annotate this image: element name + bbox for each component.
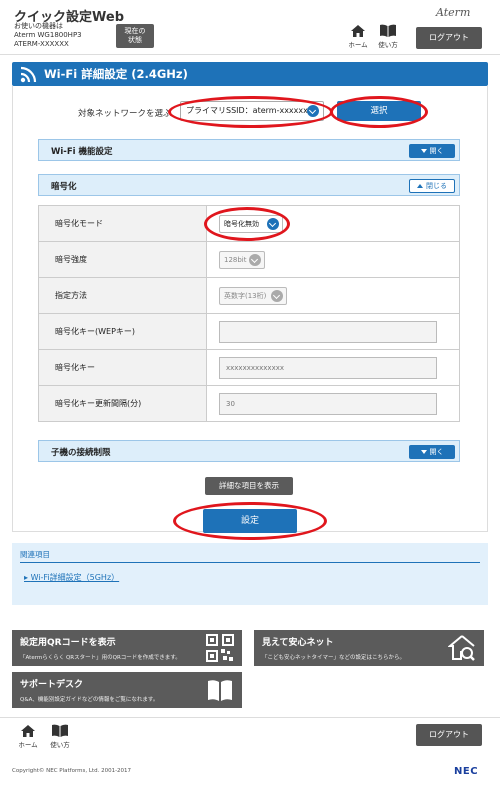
book-icon: [380, 24, 396, 37]
aterm-logo: Aterm: [436, 6, 471, 19]
page-title: Wi-Fi 詳細設定 (2.4GHz): [44, 67, 188, 81]
network-select-label: 対象ネットワークを選ぶ: [78, 109, 172, 119]
child-limit-open-label: 開く: [429, 448, 444, 456]
related-heading: 関連項目: [20, 550, 50, 559]
select-network-button[interactable]: 選択: [337, 101, 421, 121]
key-interval-field: 30: [219, 393, 437, 415]
logout-button-bottom[interactable]: ログアウト: [416, 724, 482, 746]
encryption-strength-label: 暗号強度: [39, 242, 207, 277]
home-search-icon: [448, 635, 475, 661]
home-icon: [21, 725, 35, 737]
home-nav-footer[interactable]: ホーム: [14, 724, 42, 752]
table-row: 指定方法 英数字(13桁): [39, 277, 459, 313]
encryption-mode-select[interactable]: 暗号化無効: [219, 215, 283, 233]
chevron-down-icon: [420, 149, 427, 153]
home-nav[interactable]: ホーム: [344, 24, 372, 52]
table-row: 暗号化キー xxxxxxxxxxxxxx: [39, 349, 459, 385]
card-support-title: サポートデスク: [20, 680, 84, 690]
chevron-up-icon: [417, 184, 423, 188]
logout-button-top[interactable]: ログアウト: [416, 27, 482, 49]
table-row: 暗号化キー更新間隔(分) 30: [39, 385, 459, 421]
wep-key-field: [219, 321, 437, 343]
home-icon: [351, 25, 365, 37]
device-info: お使いの機器は Aterm WG1800HP3 ATERM-XXXXXX: [14, 22, 82, 49]
chevron-down-icon: [420, 450, 427, 454]
encryption-key-label: 暗号化キー: [39, 350, 207, 385]
wifi-function-open-button[interactable]: 開く: [409, 144, 455, 158]
section-wifi-function[interactable]: Wi-Fi 機能設定 開く: [38, 139, 460, 161]
current-status-button[interactable]: 現在の 状態: [116, 24, 154, 48]
encryption-close-button[interactable]: 閉じる: [409, 179, 455, 193]
encryption-close-label: 閉じる: [426, 182, 447, 190]
section-encryption[interactable]: 暗号化 閉じる: [38, 174, 460, 196]
child-limit-open-button[interactable]: 開く: [409, 445, 455, 459]
book-icon: [52, 724, 68, 737]
table-row: 暗号強度 128bit: [39, 241, 459, 277]
key-method-value: 英数字(13桁): [224, 292, 267, 300]
card-qr-subtitle: 「Atermらくらく QRスタート」用のQRコードを作成できます。: [20, 655, 181, 661]
home-label: ホーム: [348, 41, 368, 49]
page-title-bar: Wi-Fi 詳細設定 (2.4GHz): [12, 62, 488, 86]
device-model: Aterm WG1800HP3: [14, 31, 82, 39]
home-label-footer: ホーム: [18, 741, 38, 749]
table-row: 暗号化キー(WEPキー): [39, 313, 459, 349]
key-method-select: 英数字(13桁): [219, 287, 287, 305]
copyright: Copyright© NEC Platforms, Ltd. 2001-2017: [12, 768, 132, 774]
card-support-subtitle: Q&A、機能別設定ガイドなどの情報をご覧になれます。: [20, 697, 159, 703]
encryption-mode-value: 暗号化無効: [224, 220, 259, 228]
footer-bar: ホーム 使い方 ログアウト: [0, 717, 500, 753]
card-safe-net[interactable]: 見えて安心ネット 「こども安心ネットタイマー」などの設定はこちらから。: [254, 630, 484, 666]
network-select[interactable]: プライマリSSID：aterm-xxxxxx-g: [180, 101, 324, 121]
section-wifi-function-title: Wi-Fi 機能設定: [51, 147, 113, 157]
wifi-icon: [20, 66, 37, 83]
key-interval-label: 暗号化キー更新間隔(分): [39, 386, 207, 421]
manual-label-footer: 使い方: [50, 741, 70, 749]
related-link-5ghz[interactable]: ▸ Wi-Fi詳細設定（5GHz）: [24, 572, 119, 583]
apply-settings-button[interactable]: 設定: [203, 509, 297, 533]
chevron-down-icon: [249, 254, 261, 266]
related-divider: [20, 562, 480, 563]
card-qr-code[interactable]: 設定用QRコードを表示 「Atermらくらく QRスタート」用のQRコードを作成…: [12, 630, 242, 666]
qr-code-icon: [206, 634, 234, 662]
chevron-down-icon: [271, 290, 283, 302]
encryption-table: 暗号化モード 暗号化無効 暗号強度 128bit 指定方法 英数字(13桁) 暗…: [38, 205, 460, 422]
device-label: お使いの機器は: [14, 22, 63, 30]
encryption-strength-select: 128bit: [219, 251, 265, 269]
card-safe-net-subtitle: 「こども安心ネットタイマー」などの設定はこちらから。: [262, 655, 406, 661]
section-child-limit-title: 子機の接続制限: [51, 448, 111, 458]
related-items-panel: 関連項目 ▸ Wi-Fi詳細設定（5GHz）: [12, 543, 488, 605]
network-select-value: プライマリSSID：aterm-xxxxxx-g: [186, 106, 316, 115]
book-icon: [208, 680, 232, 701]
nec-logo: NEC: [454, 766, 479, 777]
chevron-down-icon: [267, 218, 279, 230]
key-method-label: 指定方法: [39, 278, 207, 313]
manual-nav-footer[interactable]: 使い方: [46, 724, 74, 752]
wifi-function-open-label: 開く: [429, 147, 444, 155]
section-encryption-title: 暗号化: [51, 182, 77, 192]
wep-key-label: 暗号化キー(WEPキー): [39, 314, 207, 349]
card-qr-title: 設定用QRコードを表示: [20, 638, 116, 648]
chevron-down-icon: [307, 105, 319, 117]
device-id: ATERM-XXXXXX: [14, 40, 69, 48]
card-support-desk[interactable]: サポートデスク Q&A、機能別設定ガイドなどの情報をご覧になれます。: [12, 672, 242, 708]
encryption-mode-label: 暗号化モード: [39, 206, 207, 241]
encryption-key-field: xxxxxxxxxxxxxx: [219, 357, 437, 379]
card-safe-net-title: 見えて安心ネット: [262, 638, 334, 648]
table-row: 暗号化モード 暗号化無効: [39, 205, 459, 241]
manual-label: 使い方: [378, 41, 398, 49]
manual-nav[interactable]: 使い方: [374, 24, 402, 52]
show-details-button[interactable]: 詳細な項目を表示: [205, 477, 293, 495]
related-link-label: Wi-Fi詳細設定（5GHz）: [30, 573, 120, 582]
section-child-limit[interactable]: 子機の接続制限 開く: [38, 440, 460, 462]
encryption-strength-value: 128bit: [224, 256, 247, 264]
header: クイック設定Web お使いの機器は Aterm WG1800HP3 ATERM-…: [0, 0, 500, 55]
